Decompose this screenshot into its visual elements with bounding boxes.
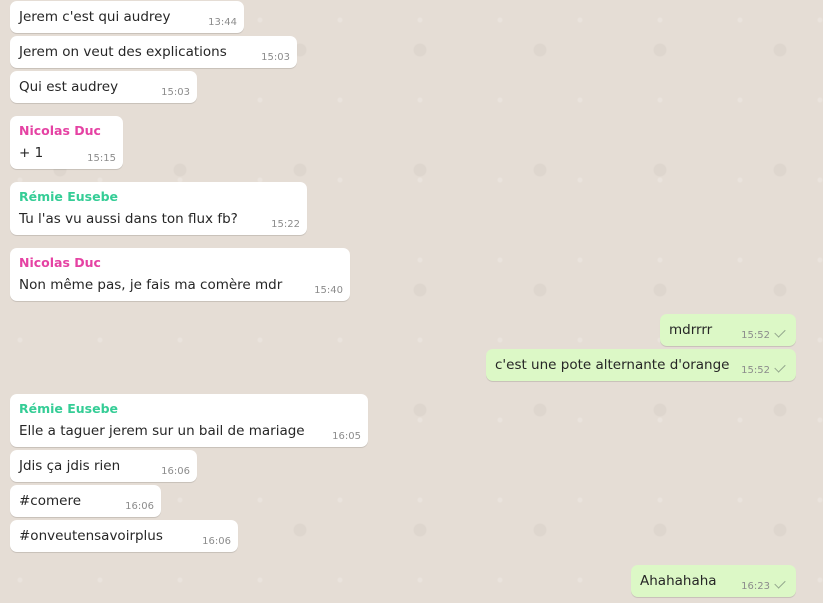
message-text: c'est une pote alternante d'orange <box>495 357 730 373</box>
message-bubble-outgoing[interactable]: Ahahahaha 16:23 <box>631 565 796 597</box>
message-bubble-incoming[interactable]: Nicolas Duc Non même pas, je fais ma com… <box>10 248 350 301</box>
message-text: Non même pas, je fais ma comère mdr <box>19 277 283 293</box>
message-time-row: 15:52 <box>741 326 786 341</box>
message-bubble-incoming[interactable]: Jerem on veut des explications 15:03 <box>10 36 297 68</box>
message-time: 16:06 <box>161 466 190 477</box>
message-time: 16:06 <box>125 501 154 512</box>
message-text: mdrrrr <box>669 322 713 338</box>
single-check-icon <box>774 577 786 589</box>
message-time: 15:15 <box>87 153 116 164</box>
message-bubble-incoming[interactable]: #onveutensavoirplus 16:06 <box>10 520 238 552</box>
message-time: 16:23 <box>741 581 770 592</box>
message-time: 15:03 <box>161 87 190 98</box>
single-check-icon <box>774 361 786 373</box>
message-bubble-incoming[interactable]: Jdis ça jdis rien 16:06 <box>10 450 197 482</box>
message-time: 16:05 <box>332 431 361 442</box>
sender-name[interactable]: Rémie Eusebe <box>19 401 359 417</box>
message-text: + 1 <box>19 145 44 161</box>
message-text: Jerem c'est qui audrey <box>19 9 171 25</box>
message-text: Jdis ça jdis rien <box>19 458 121 474</box>
message-bubble-outgoing[interactable]: mdrrrr 15:52 <box>660 314 796 346</box>
message-time-row: 16:23 <box>741 577 786 592</box>
sender-name[interactable]: Rémie Eusebe <box>19 189 298 205</box>
message-bubble-incoming[interactable]: Jerem c'est qui audrey 13:44 <box>10 1 244 33</box>
message-text: Jerem on veut des explications <box>19 44 227 60</box>
message-time-row: 15:52 <box>741 361 786 376</box>
message-text: #onveutensavoirplus <box>19 528 163 544</box>
message-time: 15:52 <box>741 330 770 341</box>
message-text: Tu l'as vu aussi dans ton flux fb? <box>19 211 238 227</box>
message-text: Ahahahaha <box>640 573 717 589</box>
message-text: Elle a taguer jerem sur un bail de maria… <box>19 423 305 439</box>
message-time: 15:03 <box>261 52 290 63</box>
message-bubble-outgoing[interactable]: c'est une pote alternante d'orange 15:52 <box>486 349 796 381</box>
message-text: Qui est audrey <box>19 79 119 95</box>
message-time: 15:52 <box>741 365 770 376</box>
chat-panel[interactable]: Jerem c'est qui audrey 13:44 Jerem on ve… <box>0 0 823 603</box>
message-bubble-incoming[interactable]: Nicolas Duc + 1 15:15 <box>10 116 123 169</box>
message-bubble-incoming[interactable]: Rémie Eusebe Tu l'as vu aussi dans ton f… <box>10 182 307 235</box>
single-check-icon <box>774 326 786 338</box>
message-bubble-incoming[interactable]: Qui est audrey 15:03 <box>10 71 197 103</box>
message-text: #comere <box>19 493 82 509</box>
message-time: 13:44 <box>208 17 237 28</box>
message-bubble-incoming[interactable]: #comere 16:06 <box>10 485 161 517</box>
message-bubble-incoming[interactable]: Rémie Eusebe Elle a taguer jerem sur un … <box>10 394 368 447</box>
message-time: 15:22 <box>271 219 300 230</box>
sender-name[interactable]: Nicolas Duc <box>19 255 341 271</box>
sender-name[interactable]: Nicolas Duc <box>19 123 114 139</box>
message-time: 16:06 <box>202 536 231 547</box>
message-time: 15:40 <box>314 285 343 296</box>
